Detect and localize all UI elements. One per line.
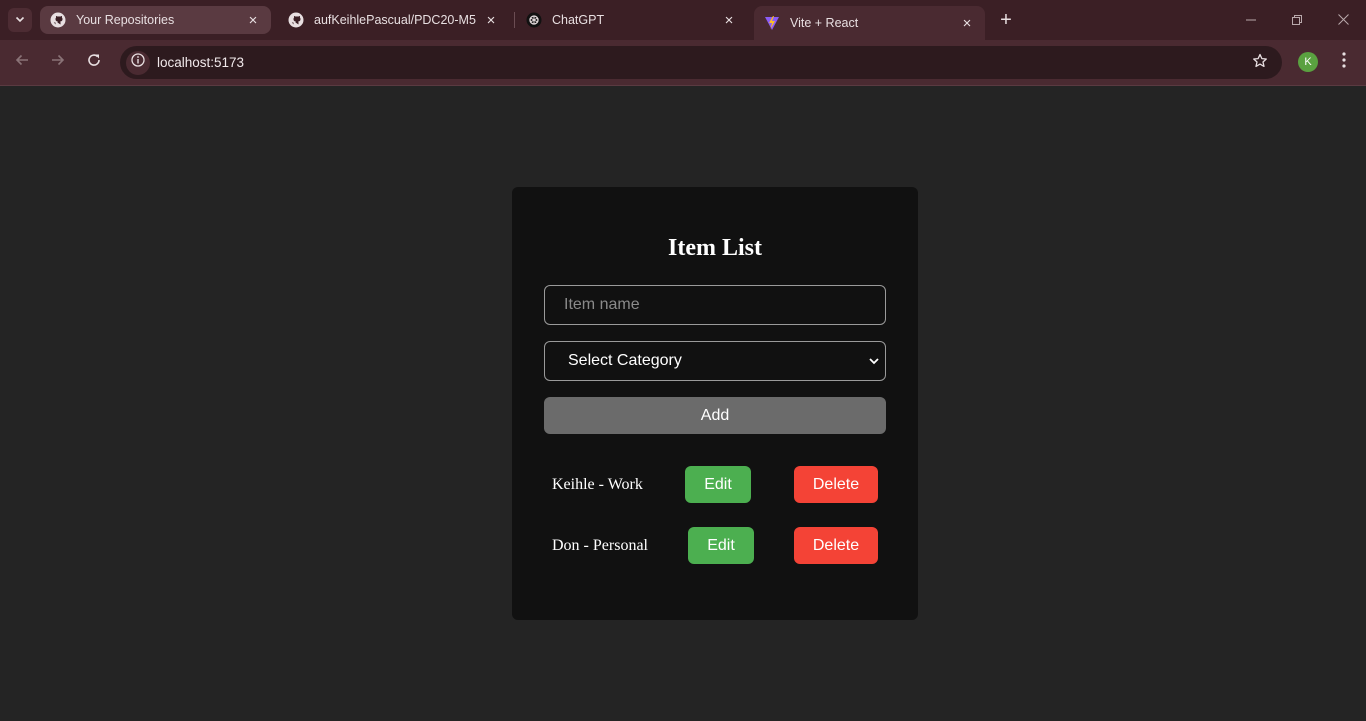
back-button[interactable]: [8, 48, 36, 76]
category-select[interactable]: Select Category: [544, 341, 886, 381]
profile-initial: K: [1304, 56, 1312, 68]
page-title: Item List: [668, 235, 762, 261]
tab-vite-react[interactable]: Vite + React ×: [754, 6, 985, 40]
restore-icon: [1292, 12, 1302, 28]
list-item-label: Don - Personal: [552, 537, 648, 554]
site-info-button[interactable]: [126, 50, 150, 75]
close-icon: [1337, 12, 1349, 28]
add-button[interactable]: Add: [544, 397, 886, 434]
item-name-input[interactable]: Item name: [544, 285, 886, 325]
tab-pdc20-m5[interactable]: aufKeihlePascual/PDC20-M5 ×: [278, 6, 509, 34]
tab-strip: Your Repositories × aufKeihlePascual/PDC…: [0, 0, 1366, 40]
tab-label: Your Repositories: [76, 13, 175, 27]
profile-avatar[interactable]: K: [1298, 52, 1318, 72]
tab-your-repositories[interactable]: Your Repositories ×: [40, 6, 271, 34]
info-icon: [131, 53, 145, 72]
edit-button[interactable]: Edit: [688, 527, 754, 564]
arrow-right-icon: [50, 52, 66, 73]
reload-icon: [86, 52, 102, 73]
reload-button[interactable]: [80, 48, 108, 76]
close-icon[interactable]: ×: [245, 12, 261, 29]
tab-separator: [514, 12, 515, 28]
chatgpt-icon: [526, 12, 542, 28]
delete-button[interactable]: Delete: [794, 527, 878, 564]
delete-button[interactable]: Delete: [794, 466, 878, 503]
minimize-button[interactable]: [1228, 0, 1274, 40]
tab-search-button[interactable]: [8, 8, 32, 32]
new-tab-button[interactable]: +: [994, 8, 1018, 32]
close-icon[interactable]: ×: [483, 12, 499, 29]
tab-label: Vite + React: [790, 16, 859, 30]
vite-icon: [764, 15, 780, 31]
browser-toolbar: localhost:5173 K: [0, 40, 1366, 86]
github-icon: [50, 12, 66, 28]
tab-label: ChatGPT: [552, 13, 605, 27]
plus-icon: +: [1000, 8, 1012, 31]
address-bar[interactable]: localhost:5173: [120, 46, 1282, 79]
tab-label: aufKeihlePascual/PDC20-M5: [314, 13, 476, 27]
browser-menu-button[interactable]: [1334, 50, 1354, 74]
edit-button[interactable]: Edit: [685, 466, 751, 503]
github-icon: [288, 12, 304, 28]
list-item-label: Keihle - Work: [552, 476, 643, 493]
item-name-placeholder: Item name: [564, 296, 640, 313]
minimize-icon: [1246, 12, 1256, 28]
more-vertical-icon: [1342, 51, 1346, 73]
arrow-left-icon: [14, 52, 30, 73]
close-icon[interactable]: ×: [721, 12, 737, 29]
forward-button[interactable]: [44, 48, 72, 76]
chevron-down-icon: [14, 13, 26, 28]
chevron-down-icon: [867, 352, 881, 370]
bookmark-star-icon[interactable]: [1252, 53, 1268, 74]
restore-button[interactable]: [1274, 0, 1320, 40]
category-selected-value: Select Category: [568, 352, 682, 369]
close-icon[interactable]: ×: [959, 15, 975, 32]
close-window-button[interactable]: [1320, 0, 1366, 40]
url-text: localhost:5173: [157, 55, 245, 70]
page-viewport: Item List Item name Select Category Add …: [0, 87, 1366, 721]
item-list-card: Item List Item name Select Category Add …: [512, 187, 918, 620]
tab-chatgpt[interactable]: ChatGPT ×: [516, 6, 747, 34]
